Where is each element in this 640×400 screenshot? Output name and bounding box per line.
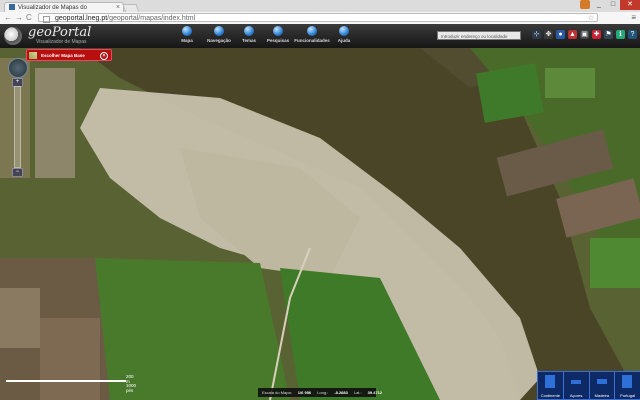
print-icon[interactable]: ▣ [580,30,589,39]
globe-icon[interactable]: ● [556,30,565,39]
longitude-label: Long.: [317,390,329,395]
menu-ajuda-button[interactable]: Ajuda [324,26,364,46]
choose-base-map-button[interactable]: Escolher Mapa Base × [26,49,112,61]
scale-label: Escala do Mapa: [262,390,292,395]
map-canvas[interactable]: + − [0,48,640,400]
favicon-icon [9,4,15,10]
brand-title: geoPortal [28,25,92,40]
scale-bar: 200 m 1000 pés [6,374,138,393]
minimize-button[interactable]: _ [592,0,606,10]
region-label: Madeira [594,393,610,398]
help-icon [339,26,349,36]
reload-button[interactable]: C [26,13,32,23]
base-map-thumbnail-icon [29,52,37,59]
map-status-bar: Escala do Mapa: 1/6 956 Long.: -8.2883 L… [258,388,382,397]
profile-icon[interactable] [580,0,590,9]
region-madeira-button[interactable]: Madeira [590,372,616,399]
tab-title: Visualizador de Mapas do [18,5,87,11]
latitude-label: Lat.: [353,390,362,395]
page-icon [43,16,50,23]
map-icon [182,26,192,36]
url-path: /geoportal/mapas/index.html [107,15,196,22]
back-button[interactable]: ← [4,13,12,23]
longitude-value: -8.2883 [334,390,348,395]
base-map-label: Escolher Mapa Base [41,53,85,58]
window-controls: _ □ ✕ [592,0,640,10]
flag-icon[interactable]: ⚑ [604,30,613,39]
latitude-value: 39.4712 [367,390,383,395]
region-label: Açores [569,393,583,398]
menu-label: Ajuda [337,38,351,43]
navigation-icon [214,26,224,36]
url-host: geoportal.lneg.pt [55,15,108,22]
bookmark-star-icon[interactable]: ☆ [588,14,594,23]
region-acores-button[interactable]: Açores [564,372,590,399]
coordinates-icon[interactable]: ⊹ [532,30,541,39]
info-icon[interactable]: ℹ [616,30,625,39]
help-icon[interactable]: ? [628,30,637,39]
browser-menu-icon[interactable]: ≡ [631,13,636,22]
forward-button[interactable]: → [15,13,23,23]
location-search-input[interactable]: Introduzir endereço ou localidade [437,31,521,40]
navigation-compass-control[interactable] [8,58,28,78]
layers-icon [244,26,254,36]
portugal-map-icon [622,375,633,388]
zoom-slider[interactable] [14,86,21,168]
maximize-button[interactable]: □ [606,0,620,10]
search-icon [273,26,283,36]
scale-value: 1/6 956 [297,390,312,395]
satellite-imagery [0,48,640,400]
base-map-close-icon[interactable]: × [100,52,108,60]
continente-map-icon [545,375,555,388]
globe-logo-icon [4,27,22,45]
url-input[interactable]: geoportal.lneg.pt/geoportal/mapas/index.… [38,13,598,23]
tools-icon [307,26,317,36]
scale-imperial-label: 1000 pés [126,383,137,393]
window-close-button[interactable]: ✕ [620,0,640,10]
region-selector: Continente Açores Madeira Portugal [537,371,640,400]
acores-map-icon [570,380,581,384]
brand-subtitle: Visualizador de Mapas [36,39,87,45]
share-icon[interactable]: ✚ [592,30,601,39]
region-label: Continente [540,393,561,398]
zoom-out-button[interactable]: − [12,168,23,177]
madeira-map-icon [596,379,607,384]
region-label: Portugal [620,393,636,398]
browser-chrome: Visualizador de Mapas do × _ □ ✕ ← → C g… [0,0,640,25]
region-portugal-button[interactable]: Portugal [615,372,640,399]
scale-bar-line [6,380,126,382]
region-continente-button[interactable]: Continente [538,372,564,399]
measure-icon[interactable]: ▲ [568,30,577,39]
pan-icon[interactable]: ✥ [544,30,553,39]
right-toolbar: ⊹ ✥ ● ▲ ▣ ✚ ⚑ ℹ ? [532,30,637,39]
